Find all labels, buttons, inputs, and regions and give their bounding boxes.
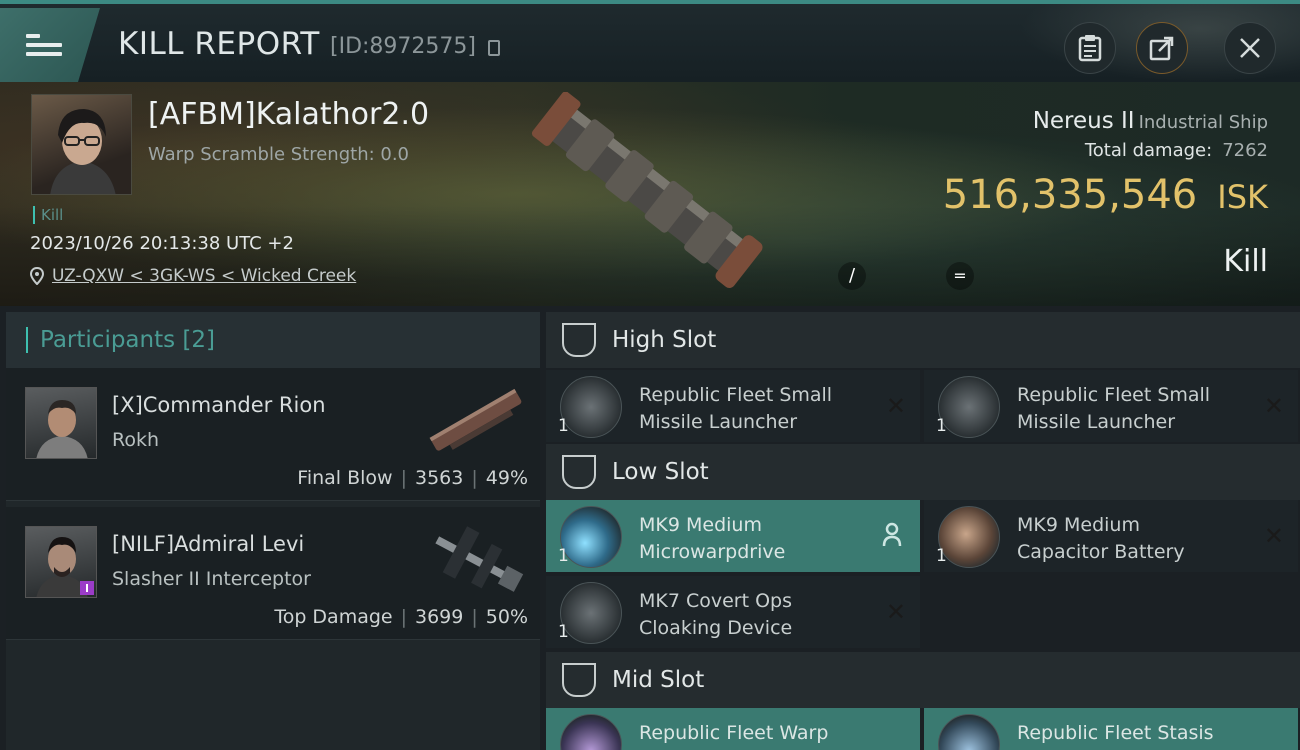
participant-ship: Rokh (112, 429, 160, 451)
page-title: KILL REPORT (118, 26, 320, 62)
participant-percent: 49% (485, 467, 528, 489)
ship-class: Industrial Ship (1138, 112, 1268, 133)
unknown-glyph: = (946, 262, 974, 290)
result-label: Kill (1223, 244, 1268, 279)
module-item[interactable]: 1 MK9 Medium Microwarpdrive (546, 500, 920, 572)
module-quantity: 1 (558, 416, 569, 436)
participants-header: Participants [2] (6, 312, 540, 368)
clipboard-icon (1078, 35, 1102, 62)
module-item[interactable]: Republic Fleet Warp (546, 708, 920, 750)
module-name: MK9 Medium Microwarpdrive (639, 514, 786, 563)
victim-avatar[interactable] (31, 94, 132, 195)
avatar (25, 387, 97, 459)
slot-title: Low Slot (612, 459, 709, 485)
ship-name: Nereus II (1032, 108, 1135, 134)
report-id: [ID:8972575] (330, 34, 476, 59)
participant-row[interactable]: [NILF]Admiral Levi Slasher II Intercepto… (6, 507, 540, 640)
victim-ship[interactable]: Nereus II Industrial Ship (1033, 108, 1268, 134)
missile-launcher-icon (938, 376, 1000, 438)
menu-button[interactable] (0, 8, 100, 82)
module-item[interactable]: 1 Republic Fleet Small Missile Launcher … (546, 370, 920, 442)
map-pin-icon (30, 267, 44, 285)
isk-value: 516,335,546 ISK (943, 172, 1268, 218)
missile-launcher-icon (560, 376, 622, 438)
victim-name[interactable]: [AFBM]Kalathor2.0 (148, 97, 429, 132)
participant-role: Top Damage (274, 606, 393, 628)
victim-panel: [AFBM]Kalathor2.0 Warp Scramble Strength… (0, 82, 1300, 306)
participant-row[interactable]: [X]Commander Rion Rokh Final Blow | 3563 | 4… (6, 368, 540, 501)
x-icon: ✕ (885, 598, 906, 626)
slot-shield-icon (562, 663, 596, 697)
microwarpdrive-icon (560, 506, 622, 568)
module-quantity: 1 (936, 416, 947, 436)
module-quantity: 1 (936, 546, 947, 566)
participant-ship-image (435, 526, 524, 592)
participant-name: [NILF]Admiral Levi (112, 532, 305, 556)
x-icon: ✕ (1263, 392, 1284, 420)
mid-slot-header: Mid Slot (546, 652, 1300, 708)
title-bar: KILL REPORT [ID:8972575] (0, 0, 1300, 86)
cloaking-device-icon (560, 582, 622, 644)
share-button[interactable] (1136, 22, 1188, 74)
stasis-webifier-icon (938, 714, 1000, 750)
close-icon (1240, 38, 1260, 58)
participant-stats: Top Damage | 3699 | 50% (274, 606, 528, 628)
participant-name: [X]Commander Rion (112, 393, 326, 417)
slot-title: Mid Slot (612, 667, 705, 693)
participant-damage: 3699 (415, 606, 464, 628)
total-damage: Total damage: 7262 (1085, 140, 1268, 161)
participant-percent: 50% (485, 606, 528, 628)
total-damage-label: Total damage: (1084, 140, 1213, 161)
module-quantity: 1 (558, 622, 569, 642)
isk-amount: 516,335,546 (942, 172, 1198, 218)
participant-damage: 3563 (415, 467, 464, 489)
high-slot-header: High Slot (546, 312, 1300, 368)
module-name: Republic Fleet Stasis (1017, 722, 1214, 744)
module-name: Republic Fleet Small Missile Launcher (639, 384, 833, 433)
warp-disruptor-icon (560, 714, 622, 750)
module-item[interactable]: 1 MK7 Covert Ops Cloaking Device ✕ (546, 576, 920, 648)
isk-unit: ISK (1217, 178, 1268, 216)
total-damage-value: 7262 (1222, 140, 1268, 161)
avatar (25, 526, 97, 598)
module-item[interactable]: 1 MK9 Medium Capacitor Battery ✕ (924, 500, 1298, 572)
module-name: MK7 Covert Ops Cloaking Device (639, 590, 793, 639)
warp-scramble-strength: Warp Scramble Strength: 0.0 (148, 144, 410, 165)
participant-ship: Slasher II Interceptor (112, 568, 311, 590)
slot-shield-icon (562, 455, 596, 489)
module-item[interactable]: Republic Fleet Stasis (924, 708, 1298, 750)
participants-panel: Participants [2] [X]Commander Rion Rokh … (6, 312, 540, 750)
unknown-glyph: / (838, 262, 866, 290)
module-name: MK9 Medium Capacitor Battery (1017, 514, 1185, 563)
person-icon (882, 522, 902, 547)
module-name: Republic Fleet Warp (639, 722, 829, 744)
copy-icon[interactable] (488, 40, 500, 56)
share-icon (1149, 36, 1174, 61)
location-link[interactable]: UZ-QXW < 3GK-WS < Wicked Creek (30, 266, 356, 286)
low-slot-header: Low Slot (546, 444, 1300, 500)
participant-role: Final Blow (297, 467, 393, 489)
module-item[interactable]: 1 Republic Fleet Small Missile Launcher … (924, 370, 1298, 442)
clipboard-button[interactable] (1064, 22, 1116, 74)
slot-shield-icon (562, 323, 596, 357)
participant-stats: Final Blow | 3563 | 49% (297, 467, 528, 489)
location-text: UZ-QXW < 3GK-WS < Wicked Creek (52, 266, 357, 286)
participant-ship-image (429, 388, 522, 451)
victim-ship-image (531, 92, 763, 288)
module-quantity: 1 (558, 546, 569, 566)
close-button[interactable] (1224, 22, 1276, 74)
hamburger-icon (26, 29, 62, 61)
x-icon: ✕ (1263, 522, 1284, 550)
slot-title: High Slot (612, 327, 717, 353)
x-icon: ✕ (885, 392, 906, 420)
module-name: Republic Fleet Small Missile Launcher (1017, 384, 1211, 433)
kill-datetime: 2023/10/26 20:13:38 UTC +2 (30, 233, 294, 254)
capacitor-battery-icon (938, 506, 1000, 568)
participants-title: Participants [2] (40, 327, 215, 353)
kill-tag: Kill (33, 206, 63, 224)
